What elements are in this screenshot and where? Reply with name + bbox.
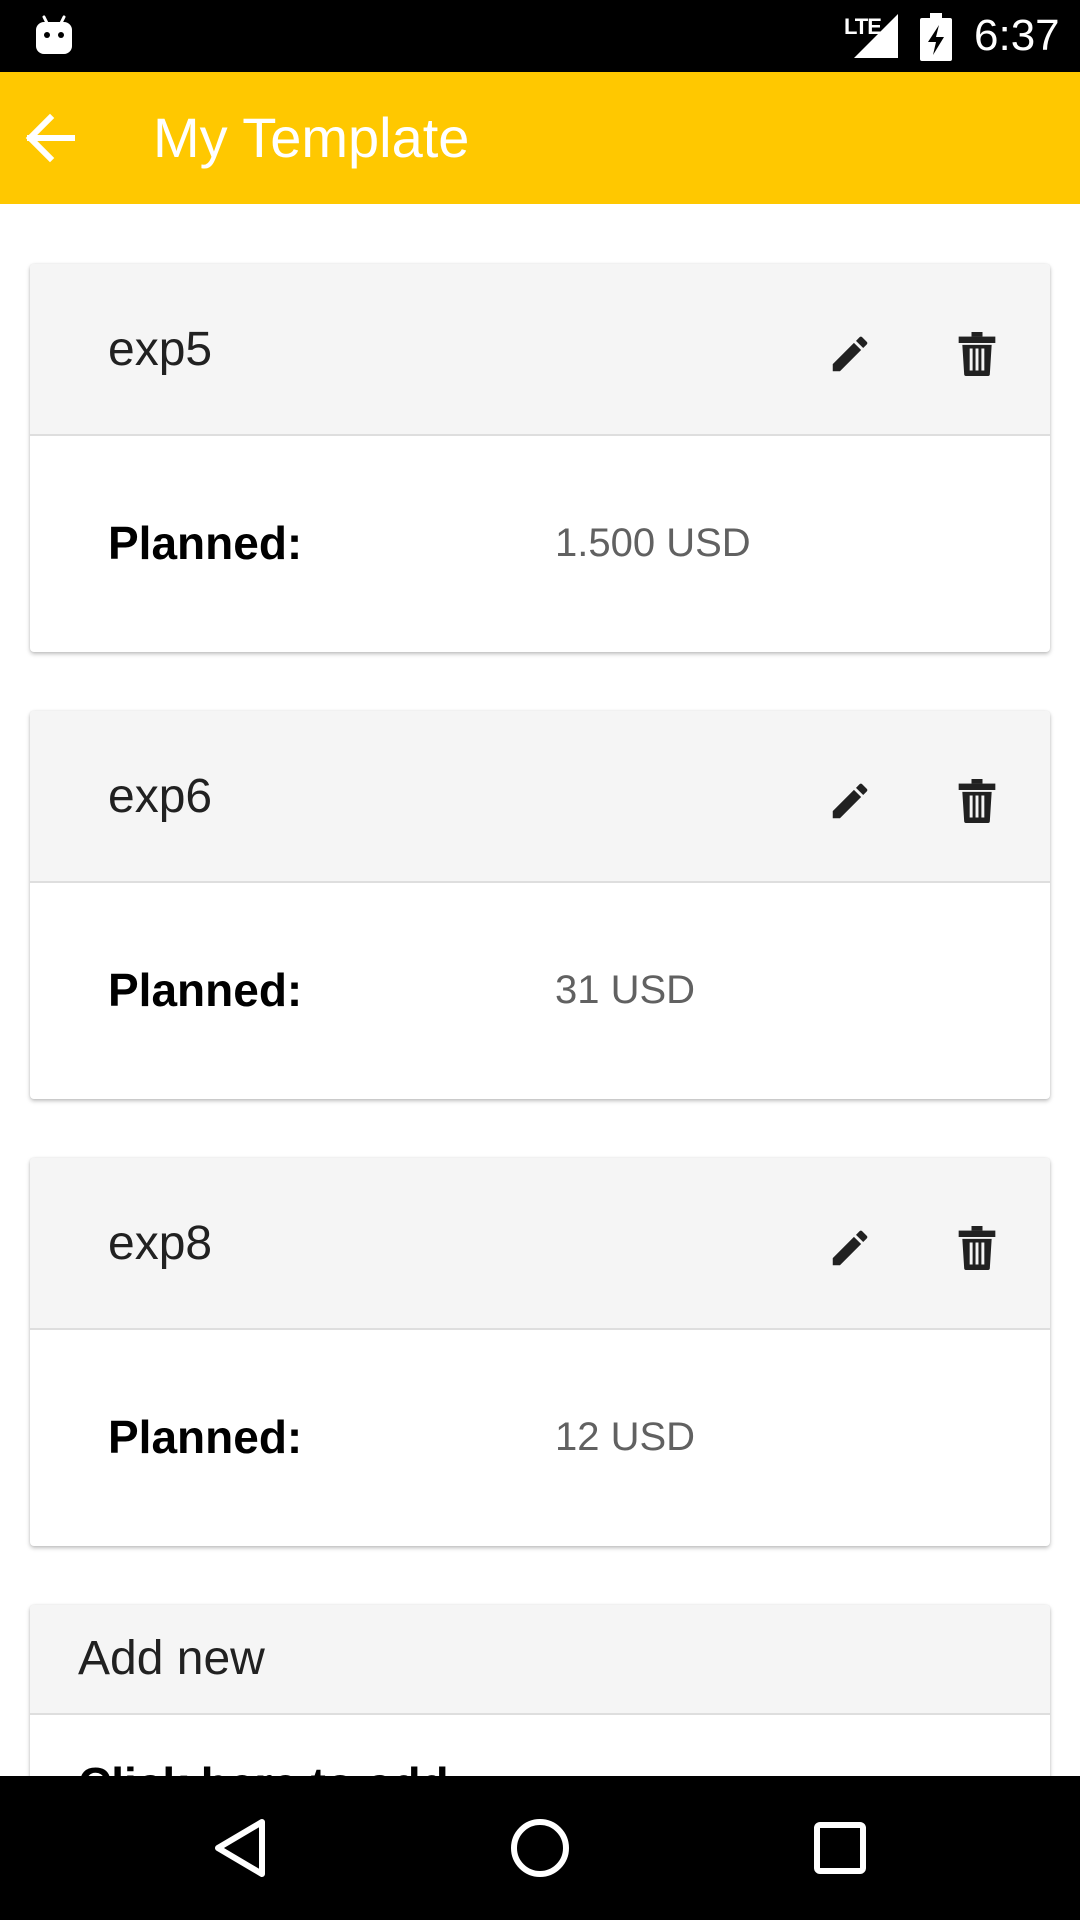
edit-button[interactable] <box>810 314 890 394</box>
edit-icon <box>832 336 868 372</box>
recents-square-icon <box>814 1822 866 1874</box>
nav-back-button[interactable] <box>190 1798 290 1898</box>
app-bar: My Template <box>0 72 1080 204</box>
page-title: My Template <box>153 106 470 169</box>
expense-card-body: Planned: 1.500 USD <box>30 436 1050 652</box>
planned-label: Planned: <box>108 517 303 569</box>
back-button[interactable] <box>14 102 86 174</box>
delete-button[interactable] <box>937 1208 1017 1288</box>
expense-name: exp5 <box>108 323 213 376</box>
back-triangle-icon <box>215 1819 265 1877</box>
planned-label: Planned: <box>108 1411 303 1463</box>
expense-card: exp8 Planned: 12 USD <box>30 1158 1050 1546</box>
edit-button[interactable] <box>810 1208 890 1288</box>
status-bar: LTE 6:37 <box>0 0 1080 72</box>
planned-value: 31 USD <box>555 968 696 1012</box>
expense-name: exp6 <box>108 770 213 823</box>
planned-label: Planned: <box>108 964 303 1016</box>
delete-icon <box>958 779 996 823</box>
expense-card-header: exp5 <box>30 264 1050 436</box>
expense-card-body: Planned: 12 USD <box>30 1330 1050 1546</box>
nav-home-button[interactable] <box>490 1798 590 1898</box>
delete-button[interactable] <box>937 761 1017 841</box>
arrow-back-icon <box>25 113 75 163</box>
expense-name: exp8 <box>108 1217 213 1270</box>
add-new-title: Add new <box>78 1632 265 1685</box>
expense-card: exp6 Planned: 31 USD <box>30 711 1050 1099</box>
lte-signal-icon <box>854 14 898 58</box>
edit-icon <box>832 1230 868 1266</box>
home-circle-icon <box>511 1819 569 1877</box>
status-time: 6:37 <box>974 11 1060 60</box>
nav-recents-button[interactable] <box>790 1798 890 1898</box>
expense-card-body: Planned: 31 USD <box>30 883 1050 1099</box>
system-nav-bar <box>0 1776 1080 1920</box>
battery-charging-icon <box>920 13 952 61</box>
delete-icon <box>958 332 996 376</box>
expense-card: exp5 Planned: 1.500 USD <box>30 264 1050 652</box>
delete-icon <box>958 1226 996 1270</box>
edit-icon <box>832 783 868 819</box>
edit-button[interactable] <box>810 761 890 841</box>
android-icon <box>36 15 72 54</box>
add-new-header: Add new <box>30 1605 1050 1715</box>
planned-value: 12 USD <box>555 1415 696 1459</box>
planned-value: 1.500 USD <box>555 521 751 565</box>
delete-button[interactable] <box>937 314 1017 394</box>
expense-card-header: exp8 <box>30 1158 1050 1330</box>
expense-card-header: exp6 <box>30 711 1050 883</box>
